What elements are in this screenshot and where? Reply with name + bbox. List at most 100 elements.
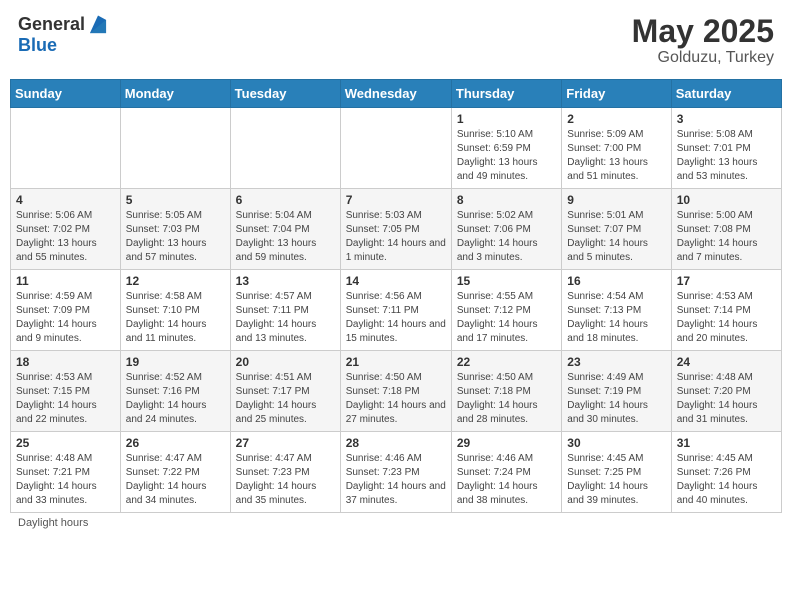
cell-info: Sunrise: 4:56 AM Sunset: 7:11 PM Dayligh… xyxy=(346,290,446,346)
calendar-cell: 21Sunrise: 4:50 AM Sunset: 7:18 PM Dayli… xyxy=(340,351,451,432)
day-number: 25 xyxy=(16,436,115,450)
day-number: 1 xyxy=(457,112,556,126)
calendar-cell: 19 Sunrise: 4:52 AM Sunset: 7:16 PM Dayli… xyxy=(120,351,230,432)
cell-info: Sunrise: 5:00 AM Sunset: 7:08 PM Dayligh… xyxy=(677,209,776,265)
day-number: 13 xyxy=(236,274,335,288)
cell-info: Sunrise: 5:06 AM Sunset: 7:02 PM Dayligh… xyxy=(16,209,115,265)
calendar-cell: 7 Sunrise: 5:03 AM Sunset: 7:05 PM Daylig… xyxy=(340,189,451,270)
location: Golduzu, Turkey xyxy=(632,49,774,67)
cell-info: Sunrise: 4:48 AM Sunset: 7:20 PM Dayligh… xyxy=(677,371,776,427)
cell-info: Sunrise: 4:50 AM Sunset: 7:18 PM Dayligh… xyxy=(457,371,556,427)
calendar-cell: 18 Sunrise: 4:53 AM Sunset: 7:15 PM Dayli… xyxy=(11,351,121,432)
col-header-friday: Friday xyxy=(562,80,671,108)
col-header-monday: Monday xyxy=(120,80,230,108)
calendar-cell: 13Sunrise: 4:57 AM Sunset: 7:11 PM Dayli… xyxy=(230,270,340,351)
calendar-cell: 2 Sunrise: 5:09 AM Sunset: 7:00 PM Daylig… xyxy=(562,108,671,189)
calendar-cell: 28Sunrise: 4:46 AM Sunset: 7:23 PM Dayli… xyxy=(340,432,451,513)
calendar-cell: 25Sunrise: 4:48 AM Sunset: 7:21 PM Dayli… xyxy=(11,432,121,513)
day-number: 19 xyxy=(126,355,225,369)
col-header-sunday: Sunday xyxy=(11,80,121,108)
day-number: 22 xyxy=(457,355,556,369)
logo-icon xyxy=(87,14,109,36)
cell-info: Sunrise: 4:52 AM Sunset: 7:16 PM Dayligh… xyxy=(126,371,225,427)
calendar-table: SundayMondayTuesdayWednesdayThursdayFrid… xyxy=(10,79,782,513)
cell-info: Sunrise: 4:51 AM Sunset: 7:17 PM Dayligh… xyxy=(236,371,335,427)
cell-info: Sunrise: 4:54 AM Sunset: 7:13 PM Dayligh… xyxy=(567,290,665,346)
cell-info: Sunrise: 5:10 AM Sunset: 6:59 PM Dayligh… xyxy=(457,128,556,184)
cell-info: Sunrise: 4:55 AM Sunset: 7:12 PM Dayligh… xyxy=(457,290,556,346)
calendar-cell: 3 Sunrise: 5:08 AM Sunset: 7:01 PM Daylig… xyxy=(671,108,781,189)
cell-info: Sunrise: 5:04 AM Sunset: 7:04 PM Dayligh… xyxy=(236,209,335,265)
day-number: 20 xyxy=(236,355,335,369)
cell-info: Sunrise: 5:01 AM Sunset: 7:07 PM Dayligh… xyxy=(567,209,665,265)
day-number: 16 xyxy=(567,274,665,288)
day-number: 10 xyxy=(677,193,776,207)
day-number: 18 xyxy=(16,355,115,369)
cell-info: Sunrise: 4:59 AM Sunset: 7:09 PM Dayligh… xyxy=(16,290,115,346)
week-row-5: 25Sunrise: 4:48 AM Sunset: 7:21 PM Dayli… xyxy=(11,432,782,513)
cell-info: Sunrise: 4:47 AM Sunset: 7:22 PM Dayligh… xyxy=(126,452,225,508)
calendar-cell: 27 Sunrise: 4:47 AM Sunset: 7:23 PM Dayli… xyxy=(230,432,340,513)
day-number: 29 xyxy=(457,436,556,450)
cell-info: Sunrise: 5:09 AM Sunset: 7:00 PM Dayligh… xyxy=(567,128,665,184)
cell-info: Sunrise: 4:46 AM Sunset: 7:24 PM Dayligh… xyxy=(457,452,556,508)
calendar-cell xyxy=(230,108,340,189)
cell-info: Sunrise: 4:49 AM Sunset: 7:19 PM Dayligh… xyxy=(567,371,665,427)
calendar-cell: 23 Sunrise: 4:49 AM Sunset: 7:19 PM Dayli… xyxy=(562,351,671,432)
day-number: 2 xyxy=(567,112,665,126)
day-number: 9 xyxy=(567,193,665,207)
calendar-cell: 8 Sunrise: 5:02 AM Sunset: 7:06 PM Daylig… xyxy=(451,189,561,270)
calendar-cell: 10 Sunrise: 5:00 AM Sunset: 7:08 PM Dayli… xyxy=(671,189,781,270)
footer-note: Daylight hours xyxy=(10,513,782,533)
week-row-4: 18 Sunrise: 4:53 AM Sunset: 7:15 PM Dayli… xyxy=(11,351,782,432)
calendar-cell: 24 Sunrise: 4:48 AM Sunset: 7:20 PM Dayli… xyxy=(671,351,781,432)
calendar-cell: 5Sunrise: 5:05 AM Sunset: 7:03 PM Daylig… xyxy=(120,189,230,270)
calendar-cell: 17 Sunrise: 4:53 AM Sunset: 7:14 PM Dayli… xyxy=(671,270,781,351)
day-number: 12 xyxy=(126,274,225,288)
cell-info: Sunrise: 4:50 AM Sunset: 7:18 PM Dayligh… xyxy=(346,371,446,427)
calendar-cell: 9 Sunrise: 5:01 AM Sunset: 7:07 PM Daylig… xyxy=(562,189,671,270)
day-number: 30 xyxy=(567,436,665,450)
cell-info: Sunrise: 4:58 AM Sunset: 7:10 PM Dayligh… xyxy=(126,290,225,346)
day-number: 7 xyxy=(346,193,446,207)
cell-info: Sunrise: 4:45 AM Sunset: 7:26 PM Dayligh… xyxy=(677,452,776,508)
cell-info: Sunrise: 4:47 AM Sunset: 7:23 PM Dayligh… xyxy=(236,452,335,508)
day-number: 8 xyxy=(457,193,556,207)
cell-info: Sunrise: 4:53 AM Sunset: 7:15 PM Dayligh… xyxy=(16,371,115,427)
cell-info: Sunrise: 5:03 AM Sunset: 7:05 PM Dayligh… xyxy=(346,209,446,265)
calendar-cell: 11 Sunrise: 4:59 AM Sunset: 7:09 PM Dayli… xyxy=(11,270,121,351)
calendar-cell: 30Sunrise: 4:45 AM Sunset: 7:25 PM Dayli… xyxy=(562,432,671,513)
cell-info: Sunrise: 4:46 AM Sunset: 7:23 PM Dayligh… xyxy=(346,452,446,508)
day-number: 5 xyxy=(126,193,225,207)
day-number: 3 xyxy=(677,112,776,126)
day-number: 11 xyxy=(16,274,115,288)
day-number: 26 xyxy=(126,436,225,450)
logo: General Blue xyxy=(18,14,109,56)
month-year: May 2025 xyxy=(632,14,774,49)
calendar-cell: 12 Sunrise: 4:58 AM Sunset: 7:10 PM Dayli… xyxy=(120,270,230,351)
calendar-cell xyxy=(11,108,121,189)
day-number: 15 xyxy=(457,274,556,288)
calendar-cell: 4Sunrise: 5:06 AM Sunset: 7:02 PM Daylig… xyxy=(11,189,121,270)
logo-text-general: General xyxy=(18,15,85,35)
cell-info: Sunrise: 5:02 AM Sunset: 7:06 PM Dayligh… xyxy=(457,209,556,265)
calendar-cell: 22 Sunrise: 4:50 AM Sunset: 7:18 PM Dayli… xyxy=(451,351,561,432)
header: General Blue May 2025 Golduzu, Turkey xyxy=(10,10,782,71)
day-number: 23 xyxy=(567,355,665,369)
day-number: 17 xyxy=(677,274,776,288)
day-number: 24 xyxy=(677,355,776,369)
calendar-cell: 15 Sunrise: 4:55 AM Sunset: 7:12 PM Dayli… xyxy=(451,270,561,351)
day-number: 27 xyxy=(236,436,335,450)
col-header-wednesday: Wednesday xyxy=(340,80,451,108)
cell-info: Sunrise: 4:53 AM Sunset: 7:14 PM Dayligh… xyxy=(677,290,776,346)
cell-info: Sunrise: 5:08 AM Sunset: 7:01 PM Dayligh… xyxy=(677,128,776,184)
calendar-cell: 26 Sunrise: 4:47 AM Sunset: 7:22 PM Dayli… xyxy=(120,432,230,513)
title-area: May 2025 Golduzu, Turkey xyxy=(632,14,774,67)
calendar-cell: 20 Sunrise: 4:51 AM Sunset: 7:17 PM Dayli… xyxy=(230,351,340,432)
calendar-cell: 29 Sunrise: 4:46 AM Sunset: 7:24 PM Dayli… xyxy=(451,432,561,513)
week-row-1: 1 Sunrise: 5:10 AM Sunset: 6:59 PM Daylig… xyxy=(11,108,782,189)
calendar-cell: 31Sunrise: 4:45 AM Sunset: 7:26 PM Dayli… xyxy=(671,432,781,513)
logo-text-blue: Blue xyxy=(18,35,57,55)
calendar-cell xyxy=(120,108,230,189)
col-header-tuesday: Tuesday xyxy=(230,80,340,108)
